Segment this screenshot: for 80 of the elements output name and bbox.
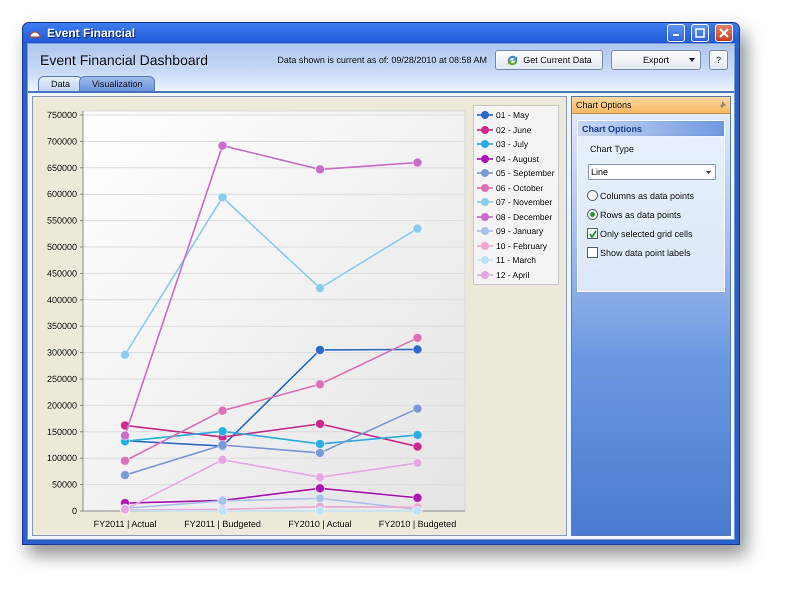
option-label: Show data point labels: [600, 248, 691, 258]
axis-label: 100000: [46, 453, 77, 464]
radio-button[interactable]: [587, 209, 598, 220]
legend-marker-icon: [477, 168, 493, 178]
legend-marker-icon: [477, 270, 493, 280]
legend-marker-icon: [477, 240, 493, 251]
checkbox[interactable]: [587, 228, 598, 239]
axis-label: 400000: [46, 294, 77, 305]
legend-item: 08 - December: [474, 210, 558, 224]
axis-label: FY2011 | Budgeted: [184, 519, 261, 529]
axis-label: 600000: [46, 189, 77, 200]
close-icon: [719, 28, 729, 38]
axis-label: 550000: [46, 216, 77, 226]
legend-item: 05 - September: [474, 166, 558, 180]
close-button[interactable]: [715, 24, 733, 42]
legend-item: 02 - June: [474, 122, 558, 137]
option-label: Only selected grid cells: [600, 228, 693, 238]
data-point: [315, 506, 325, 516]
legend-marker-icon: [477, 197, 493, 208]
axis-label: 0: [72, 506, 77, 516]
dashboard-title: Event Financial Dashboard: [40, 52, 210, 68]
option-label: Columns as data points: [600, 190, 694, 200]
export-button[interactable]: Export: [610, 50, 701, 70]
axis-label: 150000: [46, 426, 77, 437]
minimize-button[interactable]: [667, 24, 685, 42]
axis-label: 250000: [46, 374, 77, 384]
legend-item: 03 - July: [474, 137, 558, 152]
legend-item: 04 - August: [474, 152, 558, 166]
checkbox-option[interactable]: Only selected grid cells: [587, 227, 724, 240]
legend-marker-icon: [477, 124, 493, 135]
radio-option[interactable]: Rows as data points: [587, 208, 724, 221]
legend-item: 09 - January: [474, 224, 558, 238]
legend-marker-icon: [477, 139, 493, 150]
legend-marker-icon: [477, 212, 493, 222]
axis-label: FY2010 | Budgeted: [378, 519, 456, 529]
panel-title: Chart Options: [576, 100, 632, 110]
maximize-button[interactable]: [691, 24, 709, 42]
window-title: Event Financial: [47, 26, 136, 40]
axis-label: FY2011 | Actual: [94, 519, 156, 529]
radio-button[interactable]: [587, 190, 598, 201]
axis-label: 350000: [46, 321, 77, 332]
chart-type-select[interactable]: Line: [588, 164, 716, 180]
legend-item: 06 - October: [474, 180, 558, 195]
app-icon: [29, 28, 41, 38]
checkbox-option[interactable]: Show data point labels: [587, 246, 724, 259]
get-data-button[interactable]: Get Current Data: [494, 50, 603, 70]
status-text: Data shown is current as of: 09/28/2010 at 08:58 AM: [277, 55, 487, 65]
maximize-icon: [695, 28, 705, 38]
checkbox[interactable]: [587, 247, 598, 258]
section-title: Chart Options: [578, 121, 724, 136]
axis-label: 700000: [46, 136, 77, 146]
axis-label: 450000: [46, 268, 77, 278]
legend-item: 11 - March: [474, 253, 558, 268]
radio-option[interactable]: Columns as data points: [587, 189, 724, 202]
axis-label: 750000: [46, 110, 77, 120]
help-button[interactable]: ?: [708, 50, 728, 70]
axis-label: FY2010 | Actual: [288, 519, 352, 529]
data-point: [315, 448, 325, 458]
axis-label: 650000: [46, 162, 77, 173]
data-point: [412, 506, 422, 516]
legend-item: 01 - May: [474, 108, 558, 122]
legend-marker-icon: [477, 110, 493, 120]
field-label: Chart Type: [590, 144, 635, 154]
legend-marker-icon: [477, 182, 493, 193]
legend-marker-icon: [477, 255, 493, 266]
axis-label: 300000: [46, 348, 77, 358]
legend-item: 07 - November: [474, 195, 558, 210]
radio-dot-icon: [590, 212, 595, 217]
tab[interactable]: Visualization: [79, 76, 156, 91]
legend-item: 10 - February: [474, 238, 558, 253]
axis-label: 200000: [46, 400, 77, 410]
legend-item: 12 - April: [474, 268, 558, 282]
option-label: Rows as data points: [600, 210, 682, 220]
legend-marker-icon: [477, 226, 493, 236]
legend-marker-icon: [477, 154, 493, 164]
axis-label: 50000: [52, 480, 77, 490]
refresh-icon: [506, 54, 520, 66]
axis-label: 500000: [46, 242, 77, 252]
checkmark-icon: [588, 230, 596, 238]
caret-icon: [688, 58, 695, 62]
